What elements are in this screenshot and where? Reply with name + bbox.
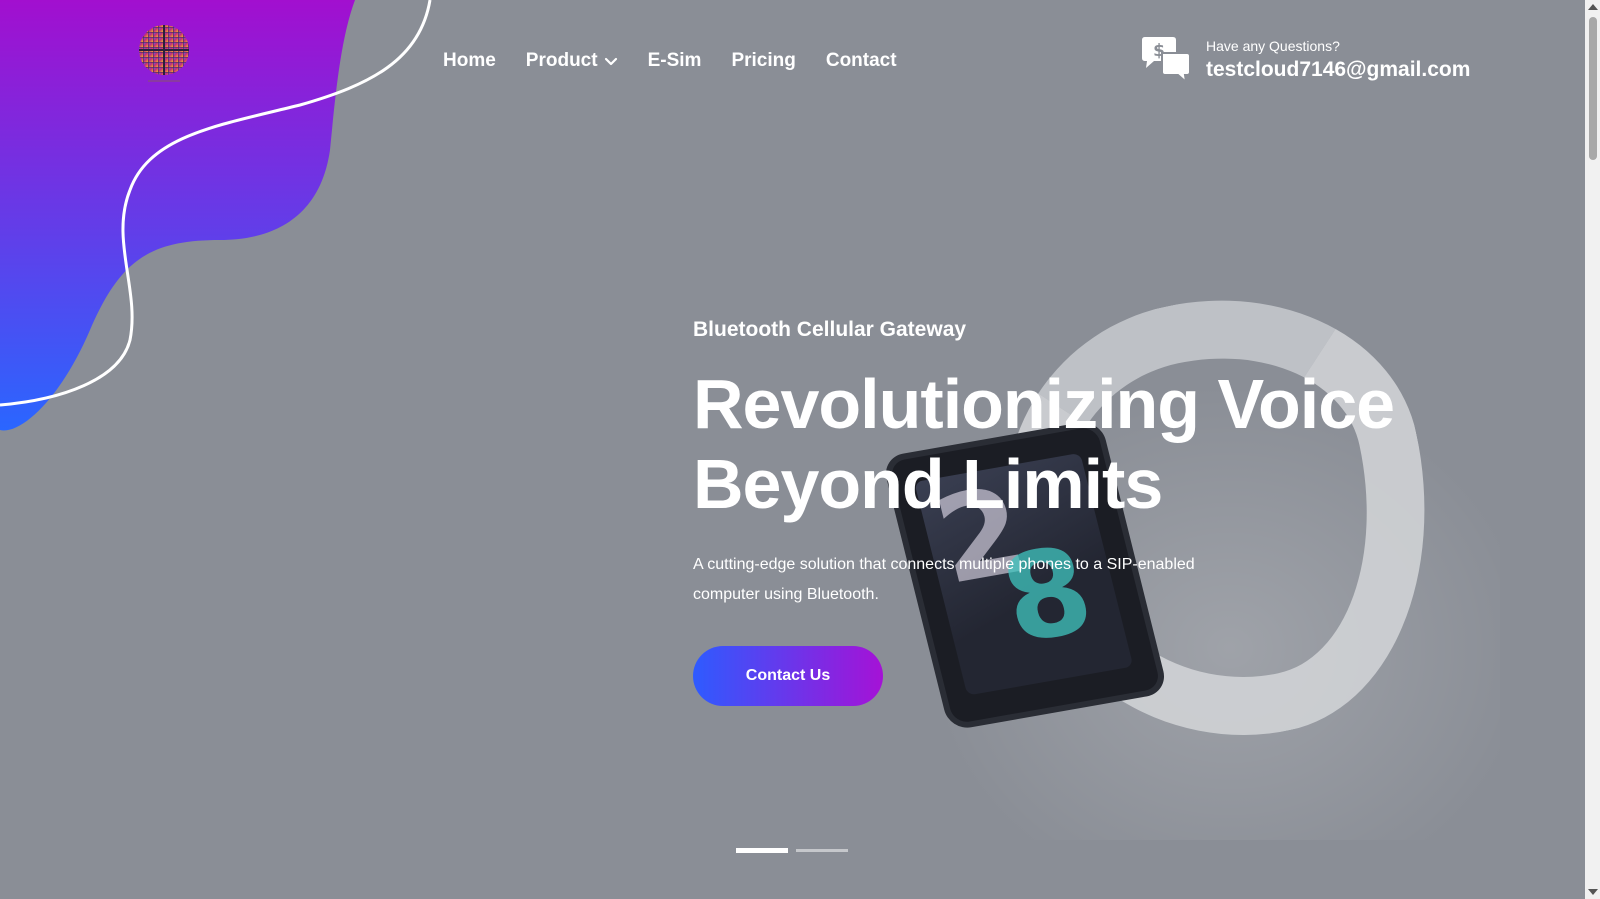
main-nav: Home Product E-Sim Pricing Contact [443, 50, 897, 72]
slider-dot-1[interactable] [736, 848, 788, 853]
nav-pricing[interactable]: Pricing [731, 50, 795, 72]
chevron-down-icon [604, 57, 617, 66]
scroll-down-icon[interactable] [1588, 889, 1598, 895]
scroll-up-icon[interactable] [1588, 4, 1598, 10]
scroll-thumb[interactable] [1589, 17, 1597, 160]
hero-title: Revolutionizing Voice Beyond Limits [693, 365, 1395, 523]
nav-esim[interactable]: E-Sim [648, 50, 702, 72]
nav-product[interactable]: Product [526, 50, 618, 72]
contact-question: Have any Questions? [1206, 38, 1340, 54]
hero-eyebrow: Bluetooth Cellular Gateway [693, 318, 967, 341]
slider-dot-2[interactable] [796, 849, 848, 852]
slider-pagination [736, 848, 848, 853]
globe-grid-logo[interactable] [138, 22, 190, 86]
decorative-blob [0, 0, 432, 431]
page-viewport: 2 8 Home Product E-Sim Pricing Contact $… [0, 0, 1585, 899]
hero-description: A cutting-edge solution that connects mu… [693, 556, 1195, 603]
contact-email-link[interactable]: testcloud7146@gmail.com [1206, 58, 1470, 82]
header-contact: $ Have any Questions? testcloud7146@gmai… [1140, 36, 1470, 84]
hero-section: Bluetooth Cellular Gateway Revolutionizi… [693, 318, 1413, 706]
nav-home[interactable]: Home [443, 50, 496, 72]
vertical-scrollbar[interactable] [1585, 0, 1600, 899]
contact-us-button[interactable]: Contact Us [693, 646, 883, 706]
chat-dollar-icon: $ [1142, 37, 1191, 84]
nav-contact[interactable]: Contact [826, 50, 897, 72]
